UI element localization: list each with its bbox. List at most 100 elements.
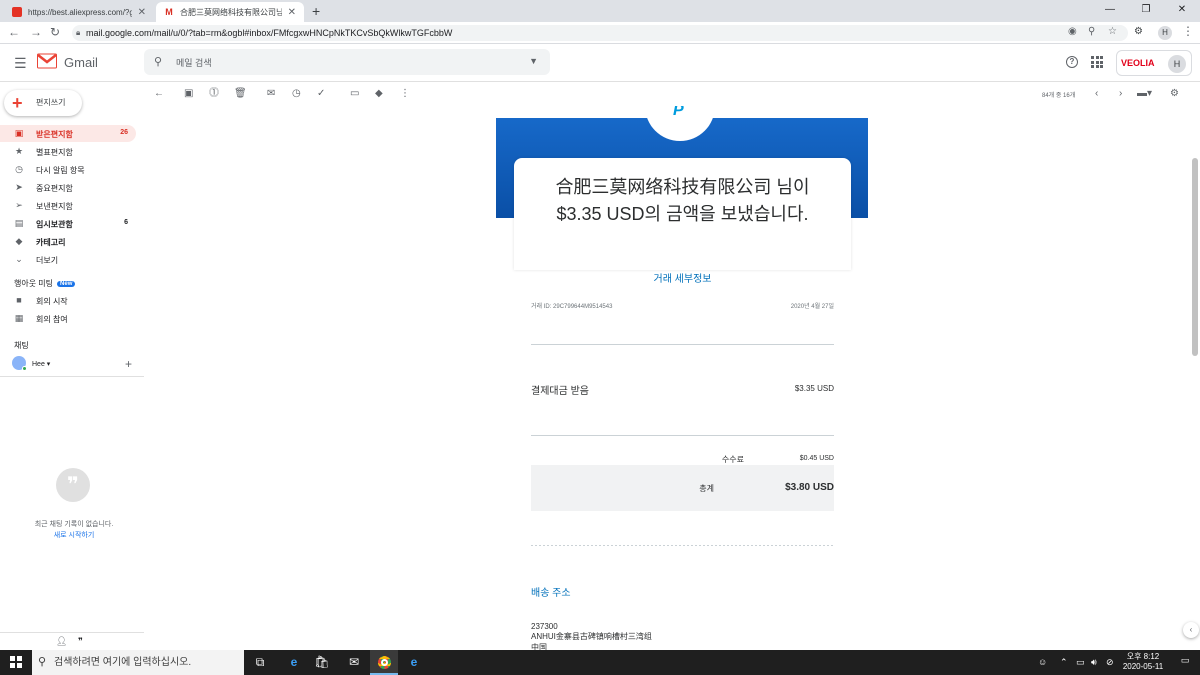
page-scrollbar[interactable]	[1188, 106, 1200, 650]
newer-chevron-icon[interactable]: ‹	[1095, 88, 1098, 100]
search-options-caret-icon[interactable]: ▼	[529, 56, 538, 66]
sidebar-item-sent[interactable]: ➢ 보낸편지함	[0, 197, 136, 214]
older-chevron-icon[interactable]: ›	[1119, 88, 1122, 100]
transaction-date: 2020년 4월 27일	[790, 304, 834, 310]
move-to-icon[interactable]: ▭	[350, 88, 359, 100]
chat-user-item[interactable]: Hee ▾ +	[12, 356, 136, 372]
sidebar-item-categories[interactable]: ◆ 카테고리	[0, 233, 136, 250]
task-view-icon[interactable]: ⧉	[246, 650, 274, 675]
chat-section-title: 채팅	[14, 341, 29, 350]
account-chip[interactable]: VEOLIA H	[1116, 50, 1192, 76]
google-apps-icon[interactable]	[1091, 56, 1103, 68]
sidebar-item-important[interactable]: ➤ 중요편지함	[0, 179, 136, 196]
url-field[interactable]: 🔒︎ mail.google.com/mail/u/0/?tab=rm&ogbl…	[72, 25, 1128, 41]
sent-icon: ➢	[15, 200, 23, 210]
add-to-tasks-icon[interactable]: ✓	[317, 88, 325, 100]
email-content: P 合肥三莫网络科技有限公司 님이 $3.35 USD의 금액을 보냈습니다. …	[144, 106, 1184, 650]
mail-icon[interactable]: ✉	[340, 650, 368, 675]
browser-tab-aliexpress[interactable]: https://best.aliexpress.com/?gclid ✕	[4, 2, 154, 22]
total-label: 총계	[699, 484, 714, 493]
input-tools-icon[interactable]: ▬▾	[1137, 88, 1152, 100]
gmail-sidebar: + 편지쓰기 ▣ 받은편지함 26 ★ 별표편지함 ◷ 다시 알림 항목 ➤ 중…	[0, 82, 144, 650]
add-chat-icon[interactable]: +	[125, 357, 132, 371]
dashed-divider	[531, 545, 834, 546]
store-icon[interactable]: 🛍︎	[308, 650, 336, 675]
scrollbar-thumb[interactable]	[1192, 158, 1198, 356]
star-icon: ★	[14, 146, 24, 156]
hamburger-menu-icon[interactable]: ☰	[14, 55, 27, 72]
browser-menu-icon[interactable]: ⋮	[1182, 24, 1194, 38]
new-badge: New	[57, 281, 76, 287]
browser-profile-avatar[interactable]: H	[1158, 26, 1172, 40]
address-line: 中国	[531, 643, 547, 650]
meet-start-button[interactable]: ■ 회의 시작	[0, 292, 136, 309]
meet-join-button[interactable]: ▦ 회의 참여	[0, 310, 136, 327]
headline-line-2: $3.35 USD의 금액을 보냈습니다.	[556, 204, 809, 224]
gmail-logo-icon[interactable]	[37, 53, 57, 69]
action-center-icon[interactable]: ▭	[1178, 655, 1192, 669]
sidebar-item-more[interactable]: ⌄ 더보기	[0, 251, 136, 268]
paypal-logo-icon: P	[673, 106, 684, 119]
settings-gear-icon[interactable]: ⚙	[1170, 88, 1179, 100]
reload-icon[interactable]: ↻	[50, 25, 60, 39]
people-icon[interactable]: ☺	[1038, 657, 1047, 667]
zoom-icon[interactable]: ⚲	[1088, 26, 1095, 37]
new-tab-button[interactable]: +	[312, 3, 320, 19]
meet-section-title: 행아웃 미팅 New	[14, 278, 76, 289]
sidebar-item-label: 더보기	[36, 256, 59, 265]
browser-tab-gmail[interactable]: M 合肥三莫网络科技有限公司님으 ✕	[156, 2, 304, 22]
gmail-logo-text[interactable]: Gmail	[64, 55, 98, 70]
report-spam-icon[interactable]: ⓵	[209, 88, 219, 100]
fee-amount: $0.45 USD	[799, 455, 834, 462]
forward-arrow-icon[interactable]: →	[30, 25, 42, 39]
hangouts-icon: ❞	[56, 468, 90, 502]
sidebar-divider	[0, 376, 144, 377]
snooze-icon[interactable]: ◷	[292, 88, 301, 100]
eye-icon[interactable]: ◉	[1068, 26, 1077, 37]
mark-unread-icon[interactable]: ✉	[267, 88, 275, 100]
maximize-button[interactable]: ❐	[1128, 0, 1164, 22]
back-to-inbox-icon[interactable]: ←	[154, 88, 164, 100]
bookmark-star-icon[interactable]: ☆	[1108, 26, 1117, 37]
tab-close-icon[interactable]: ✕	[138, 7, 146, 18]
internet-explorer-icon[interactable]: e	[400, 650, 428, 675]
sidebar-item-starred[interactable]: ★ 별표편지함	[0, 143, 136, 160]
payment-received-amount: $3.35 USD	[794, 384, 834, 393]
extension-icon[interactable]: ⚙	[1134, 26, 1143, 37]
account-avatar[interactable]: H	[1168, 55, 1186, 73]
more-options-icon[interactable]: ⋮	[400, 88, 410, 100]
start-new-chat-link[interactable]: 새로 시작하기	[0, 530, 148, 540]
expand-side-panel-icon[interactable]: ‹	[1183, 622, 1199, 638]
keyboard-icon: ▦	[14, 313, 24, 323]
sidebar-item-drafts[interactable]: ▤ 임시보관함 6	[0, 215, 136, 232]
archive-icon[interactable]: ▣	[184, 88, 193, 100]
taskbar-clock[interactable]: 오후 8:12 2020-05-11	[1118, 652, 1168, 672]
volume-icon[interactable]: 🔊︎	[1091, 657, 1097, 668]
help-icon[interactable]: ?	[1066, 56, 1078, 68]
delete-icon[interactable]: 🗑︎	[234, 88, 247, 100]
back-arrow-icon[interactable]: ←	[8, 25, 20, 39]
sidebar-item-snoozed[interactable]: ◷ 다시 알림 항목	[0, 161, 136, 178]
snooze-icon: ◷	[15, 164, 23, 174]
chrome-icon[interactable]	[370, 650, 398, 675]
blocked-icon[interactable]: ⊘	[1106, 657, 1114, 668]
mail-search-input[interactable]: ⚲ 메일 검색 ▼	[144, 49, 550, 75]
windows-taskbar: ⚲ 검색하려면 여기에 입력하십시오. ⧉ e 🛍︎ ✉ e ☺ ⌃ ▭ 🔊︎ …	[0, 650, 1200, 675]
contacts-icon[interactable]: 👤︎	[56, 636, 67, 647]
taskbar-search-input[interactable]: ⚲ 검색하려면 여기에 입력하십시오.	[32, 650, 244, 675]
sidebar-item-inbox[interactable]: ▣ 받은편지함 26	[0, 125, 136, 142]
chat-user-name: Hee ▾	[32, 361, 51, 368]
close-window-button[interactable]: ✕	[1164, 0, 1200, 22]
search-icon[interactable]: ⚲	[154, 55, 162, 68]
labels-icon[interactable]: ◆	[375, 88, 383, 100]
compose-button[interactable]: + 편지쓰기	[4, 90, 82, 116]
tab-close-icon[interactable]: ✕	[288, 7, 296, 18]
transaction-details-link[interactable]: 거래 세부정보	[514, 270, 851, 285]
network-icon[interactable]: ▭	[1076, 657, 1085, 668]
minimize-button[interactable]: —	[1092, 0, 1128, 22]
show-hidden-icons-icon[interactable]: ⌃	[1060, 657, 1068, 668]
windows-start-icon[interactable]	[10, 656, 22, 668]
hangouts-tab-icon[interactable]: ❞	[78, 636, 83, 647]
address-line: ANHUI金寨县古碑镇响槽村三湾组	[531, 632, 652, 641]
edge-icon[interactable]: e	[280, 650, 308, 675]
